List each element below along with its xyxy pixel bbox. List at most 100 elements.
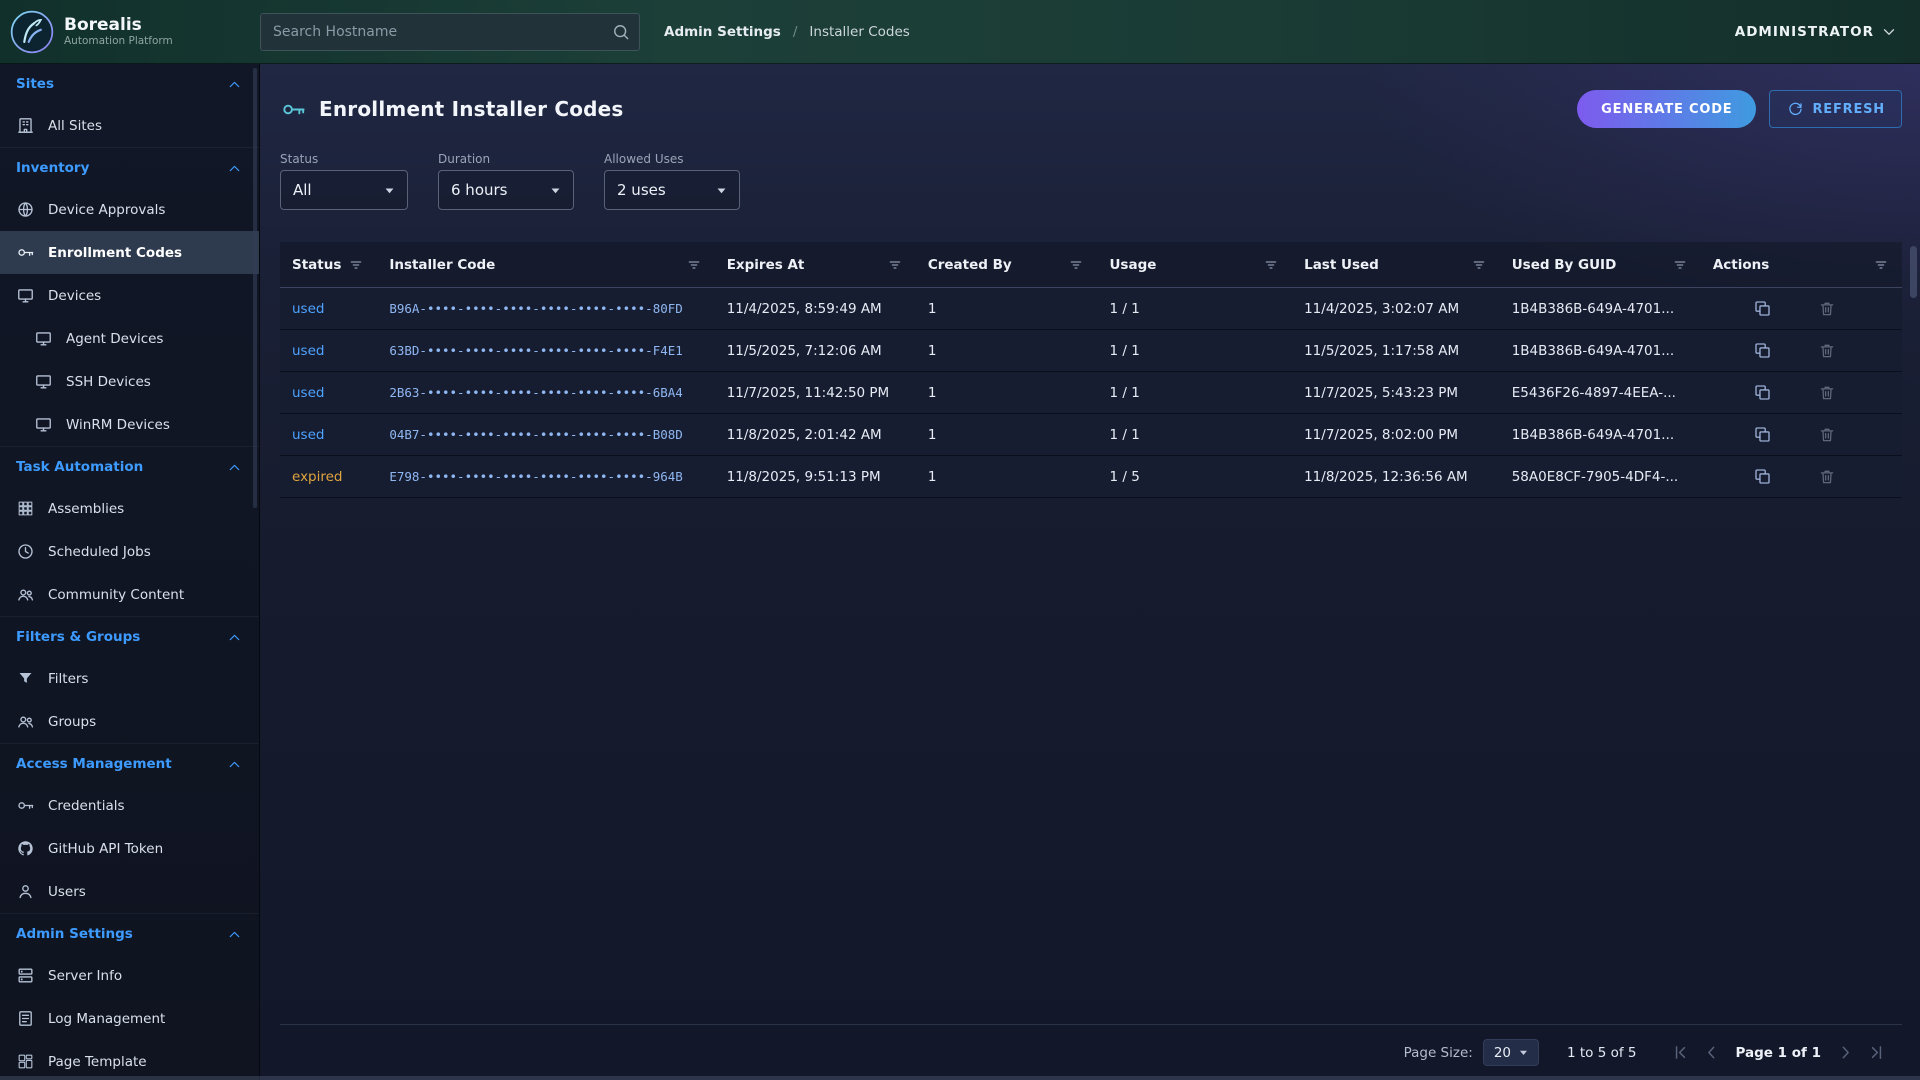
cell-created-by: 1	[916, 343, 1098, 359]
sidebar-section-items: Device Approvals Enrollment Codes Device…	[0, 188, 259, 446]
last-page-icon[interactable]	[1866, 1042, 1887, 1063]
sidebar-item-log-management[interactable]: Log Management	[0, 997, 259, 1040]
sidebar-item-label: Agent Devices	[66, 331, 163, 347]
sidebar-item-filters[interactable]: Filters	[0, 657, 259, 700]
filter-icon[interactable]	[1471, 257, 1487, 273]
sidebar-item-label: GitHub API Token	[48, 841, 163, 857]
delete-icon[interactable]	[1818, 468, 1836, 486]
table-row: used 2B63-••••-••••-••••-••••-••••-••••-…	[280, 372, 1902, 414]
delete-icon[interactable]	[1818, 300, 1836, 318]
generate-code-button[interactable]: GENERATE CODE	[1577, 90, 1756, 128]
installer-code[interactable]: B96A-••••-••••-••••-••••-••••-••••-80FD	[389, 301, 683, 316]
sidebar-item-ssh-devices[interactable]: SSH Devices	[0, 360, 259, 403]
installer-code[interactable]: 2B63-••••-••••-••••-••••-••••-••••-6BA4	[389, 385, 683, 400]
table-row: expired E798-••••-••••-••••-••••-••••-••…	[280, 456, 1902, 498]
sidebar-item-label: Devices	[48, 288, 101, 304]
first-page-icon[interactable]	[1670, 1042, 1691, 1063]
cell-used-by-guid: 1B4B386B-649A-4701...	[1500, 301, 1701, 317]
sidebar-item-device-approvals[interactable]: Device Approvals	[0, 188, 259, 231]
sidebar-section-label: Access Management	[16, 756, 172, 772]
filter-duration-select[interactable]: 6 hours	[438, 170, 574, 210]
sidebar-section-admin-settings[interactable]: Admin Settings	[0, 914, 259, 954]
sidebar-scrollbar-thumb[interactable]	[253, 68, 257, 508]
sidebar-item-label: WinRM Devices	[66, 417, 170, 433]
refresh-button[interactable]: REFRESH	[1769, 90, 1902, 128]
copy-icon[interactable]	[1753, 341, 1772, 360]
breadcrumb-admin-settings[interactable]: Admin Settings	[664, 24, 781, 40]
cell-expires-at: 11/8/2025, 9:51:13 PM	[715, 469, 916, 485]
delete-icon[interactable]	[1818, 384, 1836, 402]
delete-icon[interactable]	[1818, 342, 1836, 360]
sidebar-section-items: All Sites	[0, 104, 259, 147]
user-menu[interactable]: ADMINISTRATOR	[1735, 23, 1898, 41]
search-input[interactable]	[260, 13, 640, 51]
sidebar-item-credentials[interactable]: Credentials	[0, 784, 259, 827]
caret-down-icon	[380, 181, 399, 200]
prev-page-icon[interactable]	[1701, 1042, 1722, 1063]
sidebar-item-users[interactable]: Users	[0, 870, 259, 913]
column-label: Actions	[1713, 257, 1769, 273]
installer-code[interactable]: 04B7-••••-••••-••••-••••-••••-••••-B08D	[389, 427, 683, 442]
copy-icon[interactable]	[1753, 467, 1772, 486]
chevron-up-icon	[226, 756, 243, 773]
sidebar-item-all-sites[interactable]: All Sites	[0, 104, 259, 147]
filter-icon[interactable]	[1672, 257, 1688, 273]
sidebar-section: Task Automation Assemblies Scheduled Job…	[0, 446, 259, 616]
sidebar-item-server-info[interactable]: Server Info	[0, 954, 259, 997]
cell-last-used: 11/8/2025, 12:36:56 AM	[1292, 469, 1500, 485]
next-page-icon[interactable]	[1835, 1042, 1856, 1063]
cell-status: used	[280, 385, 377, 401]
copy-icon[interactable]	[1753, 299, 1772, 318]
sidebar-section-sites[interactable]: Sites	[0, 64, 259, 104]
cell-expires-at: 11/8/2025, 2:01:42 AM	[715, 427, 916, 443]
sidebar-item-assemblies[interactable]: Assemblies	[0, 487, 259, 530]
column-header-actions: Actions	[1701, 242, 1902, 287]
sidebar-item-scheduled-jobs[interactable]: Scheduled Jobs	[0, 530, 259, 573]
sidebar-section-access-management[interactable]: Access Management	[0, 744, 259, 784]
cell-status: used	[280, 343, 377, 359]
filter-icon[interactable]	[1263, 257, 1279, 273]
column-label: Installer Code	[389, 257, 495, 273]
sidebar-item-enrollment-codes[interactable]: Enrollment Codes	[0, 231, 259, 274]
filter-allowed-uses-select[interactable]: 2 uses	[604, 170, 740, 210]
filter-icon[interactable]	[686, 257, 702, 273]
delete-icon[interactable]	[1818, 426, 1836, 444]
filter-icon[interactable]	[348, 257, 364, 273]
copy-icon[interactable]	[1753, 383, 1772, 402]
table-row: used 04B7-••••-••••-••••-••••-••••-••••-…	[280, 414, 1902, 456]
filter-icon[interactable]	[1068, 257, 1084, 273]
filter-icon[interactable]	[1873, 257, 1889, 273]
filter-allowed-uses-value: 2 uses	[617, 181, 666, 199]
sidebar-item-github-api-token[interactable]: GitHub API Token	[0, 827, 259, 870]
monitor-icon	[34, 329, 53, 348]
sidebar-section-task-automation[interactable]: Task Automation	[0, 447, 259, 487]
installer-code[interactable]: 63BD-••••-••••-••••-••••-••••-••••-F4E1	[389, 343, 683, 358]
copy-icon[interactable]	[1753, 425, 1772, 444]
horizontal-scrollbar[interactable]	[0, 1076, 1920, 1080]
filter-icon[interactable]	[887, 257, 903, 273]
cell-last-used: 11/7/2025, 8:02:00 PM	[1292, 427, 1500, 443]
sidebar-section-filters-groups[interactable]: Filters & Groups	[0, 617, 259, 657]
sidebar-item-label: Groups	[48, 714, 96, 730]
caret-down-icon	[546, 181, 565, 200]
sidebar-item-page-template[interactable]: Page Template	[0, 1040, 259, 1080]
table-scrollbar-thumb[interactable]	[1910, 246, 1917, 298]
installer-code[interactable]: E798-••••-••••-••••-••••-••••-••••-964B	[389, 469, 683, 484]
sidebar-section-label: Sites	[16, 76, 54, 92]
people-icon	[16, 585, 35, 604]
sidebar-item-agent-devices[interactable]: Agent Devices	[0, 317, 259, 360]
sidebar-item-groups[interactable]: Groups	[0, 700, 259, 743]
table-row: used 63BD-••••-••••-••••-••••-••••-••••-…	[280, 330, 1902, 372]
filter-status-select[interactable]: All	[280, 170, 408, 210]
page-size-select[interactable]: 20	[1483, 1039, 1539, 1066]
sidebar-section-inventory[interactable]: Inventory	[0, 148, 259, 188]
sidebar-section: Sites All Sites	[0, 64, 259, 147]
sidebar-item-label: Community Content	[48, 587, 184, 603]
sidebar-item-devices[interactable]: Devices	[0, 274, 259, 317]
sidebar-item-winrm-devices[interactable]: WinRM Devices	[0, 403, 259, 446]
sidebar-item-community-content[interactable]: Community Content	[0, 573, 259, 616]
breadcrumb-installer-codes[interactable]: Installer Codes	[809, 24, 909, 40]
sidebar-item-label: Filters	[48, 671, 88, 687]
cell-used-by-guid: 1B4B386B-649A-4701...	[1500, 343, 1701, 359]
filter-allowed-uses-label: Allowed Uses	[604, 152, 740, 166]
